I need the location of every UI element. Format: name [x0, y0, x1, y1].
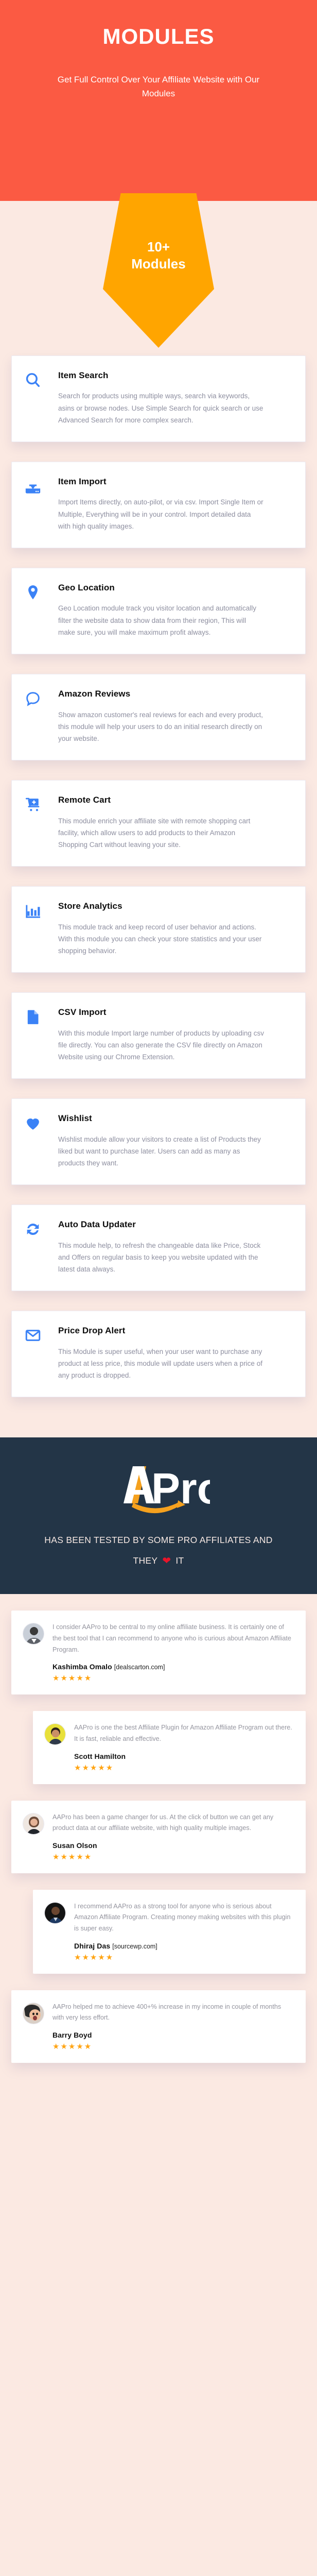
document-file-icon: [24, 1006, 54, 1026]
module-card[interactable]: CSV Import With this module Import large…: [11, 992, 306, 1079]
author-name: Kashimba Omalo: [52, 1663, 112, 1671]
module-title: Amazon Reviews: [58, 689, 131, 699]
module-description: With this module Import large number of …: [58, 1029, 264, 1061]
module-title: Wishlist: [58, 1113, 92, 1124]
badge-label: Modules: [131, 256, 186, 272]
testimonial-card: AAPro has been a game changer for us. At…: [11, 1800, 306, 1873]
module-description: Wishlist module allow your visitors to c…: [58, 1135, 261, 1167]
module-description: Import Items directly, on auto-pilot, or…: [58, 498, 263, 530]
module-title: Store Analytics: [58, 901, 122, 911]
module-description: This module enrich your affiliate site w…: [58, 817, 251, 849]
avatar: [44, 1902, 66, 1924]
testimonial-author: Kashimba Omalo [dealscarton.com]: [52, 1663, 293, 1671]
module-description: Show amazon customer's real reviews for …: [58, 710, 263, 742]
author-site: [sourcewp.com]: [112, 1942, 157, 1950]
testimonial-quote: I consider AAPro to be central to my onl…: [52, 1623, 291, 1653]
badge-count: 10+: [147, 239, 170, 255]
author-name: Dhiraj Das: [74, 1941, 111, 1950]
module-description: Geo Location module track you visitor lo…: [58, 604, 256, 636]
avatar: [23, 1623, 44, 1645]
module-title: Auto Data Updater: [58, 1219, 136, 1230]
testimonial-quote: I recommend AAPro as a strong tool for a…: [74, 1902, 291, 1933]
testimonial-quote: AAPro is one the best Affiliate Plugin f…: [74, 1724, 292, 1742]
module-card[interactable]: Auto Data Updater This module help, to r…: [11, 1205, 306, 1292]
testimonial-quote: AAPro has been a game changer for us. At…: [52, 1813, 274, 1832]
download-import-icon: [24, 476, 54, 495]
apro-logo: Pro: [107, 1459, 210, 1517]
brand-love-text: THEY ❤ IT: [10, 1554, 307, 1567]
testimonial-card: AAPro is one the best Affiliate Plugin f…: [33, 1711, 306, 1784]
avatar: [23, 1812, 44, 1835]
module-card[interactable]: Price Drop Alert This Module is super us…: [11, 1311, 306, 1398]
rating-stars: ★★★★★: [52, 1852, 93, 1861]
module-card[interactable]: Item Import Import Items directly, on au…: [11, 462, 306, 549]
testimonial-author: Scott Hamilton: [74, 1752, 293, 1760]
they-label: THEY: [133, 1555, 158, 1566]
refresh-sync-icon: [24, 1218, 54, 1238]
brand-section: Pro HAS BEEN TESTED BY SOME PRO AFFILIAT…: [0, 1437, 317, 1595]
testimonials-list: I consider AAPro to be central to my onl…: [0, 1594, 317, 2100]
author-site: [dealscarton.com]: [114, 1664, 165, 1671]
testimonial-author: Dhiraj Das [sourcewp.com]: [74, 1942, 293, 1950]
author-name: Scott Hamilton: [74, 1752, 126, 1760]
module-title: Item Import: [58, 477, 107, 487]
testimonial-card: AAPro helped me to achieve 400+% increas…: [11, 1990, 306, 2063]
module-card[interactable]: Amazon Reviews Show amazon customer's re…: [11, 674, 306, 761]
module-title: Price Drop Alert: [58, 1326, 126, 1336]
author-name: Barry Boyd: [52, 2031, 92, 2040]
module-description: Search for products using multiple ways,…: [58, 392, 263, 424]
testimonial-quote: AAPro helped me to achieve 400+% increas…: [52, 2003, 281, 2022]
rating-stars: ★★★★★: [52, 2042, 93, 2052]
bar-chart-icon: [24, 900, 54, 920]
heart-icon: [24, 1112, 54, 1132]
rating-stars: ★★★★★: [52, 1674, 93, 1683]
module-description: This module help, to refresh the changea…: [58, 1241, 261, 1274]
badge-text: 10+ Modules: [103, 239, 214, 273]
module-title: CSV Import: [58, 1007, 107, 1018]
testimonial-author: Susan Olson: [52, 1841, 293, 1850]
module-title: Geo Location: [58, 583, 115, 593]
testimonial-card: I recommend AAPro as a strong tool for a…: [33, 1889, 306, 1974]
module-title: Remote Cart: [58, 795, 111, 805]
modules-count-badge: 10+ Modules: [103, 193, 214, 348]
brand-tested-text: HAS BEEN TESTED BY SOME PRO AFFILIATES A…: [44, 1535, 273, 1546]
rating-stars: ★★★★★: [74, 1953, 114, 1962]
avatar: [44, 1723, 66, 1745]
modules-list: Item Search Search for products using mu…: [0, 201, 317, 1438]
module-card[interactable]: Store Analytics This module track and ke…: [11, 886, 306, 973]
speech-bubble-icon: [24, 688, 54, 707]
testimonial-author: Barry Boyd: [52, 2031, 293, 2039]
testimonial-card: I consider AAPro to be central to my onl…: [11, 1611, 306, 1695]
module-description: This module track and keep record of use…: [58, 923, 262, 955]
author-name: Susan Olson: [52, 1841, 97, 1850]
module-card[interactable]: Geo Location Geo Location module track y…: [11, 568, 306, 655]
envelope-icon: [24, 1325, 54, 1344]
rating-stars: ★★★★★: [74, 1763, 114, 1772]
module-title: Item Search: [58, 370, 109, 380]
module-card[interactable]: Wishlist Wishlist module allow your visi…: [11, 1098, 306, 1185]
heart-icon: ❤: [162, 1555, 171, 1567]
module-card[interactable]: Item Search Search for products using mu…: [11, 355, 306, 443]
page-title: MODULES: [102, 24, 215, 48]
hero-subtitle: Get Full Control Over Your Affiliate Web…: [57, 75, 260, 98]
module-description: This Module is super useful, when your u…: [58, 1347, 262, 1380]
module-card[interactable]: Remote Cart This module enrich your affi…: [11, 780, 306, 867]
hero-section: MODULES Get Full Control Over Your Affil…: [0, 0, 317, 201]
search-icon: [24, 369, 54, 389]
avatar: [23, 2002, 44, 2024]
it-label: IT: [175, 1555, 184, 1566]
shopping-cart-plus-icon: [24, 794, 54, 814]
map-pin-icon: [24, 582, 54, 601]
